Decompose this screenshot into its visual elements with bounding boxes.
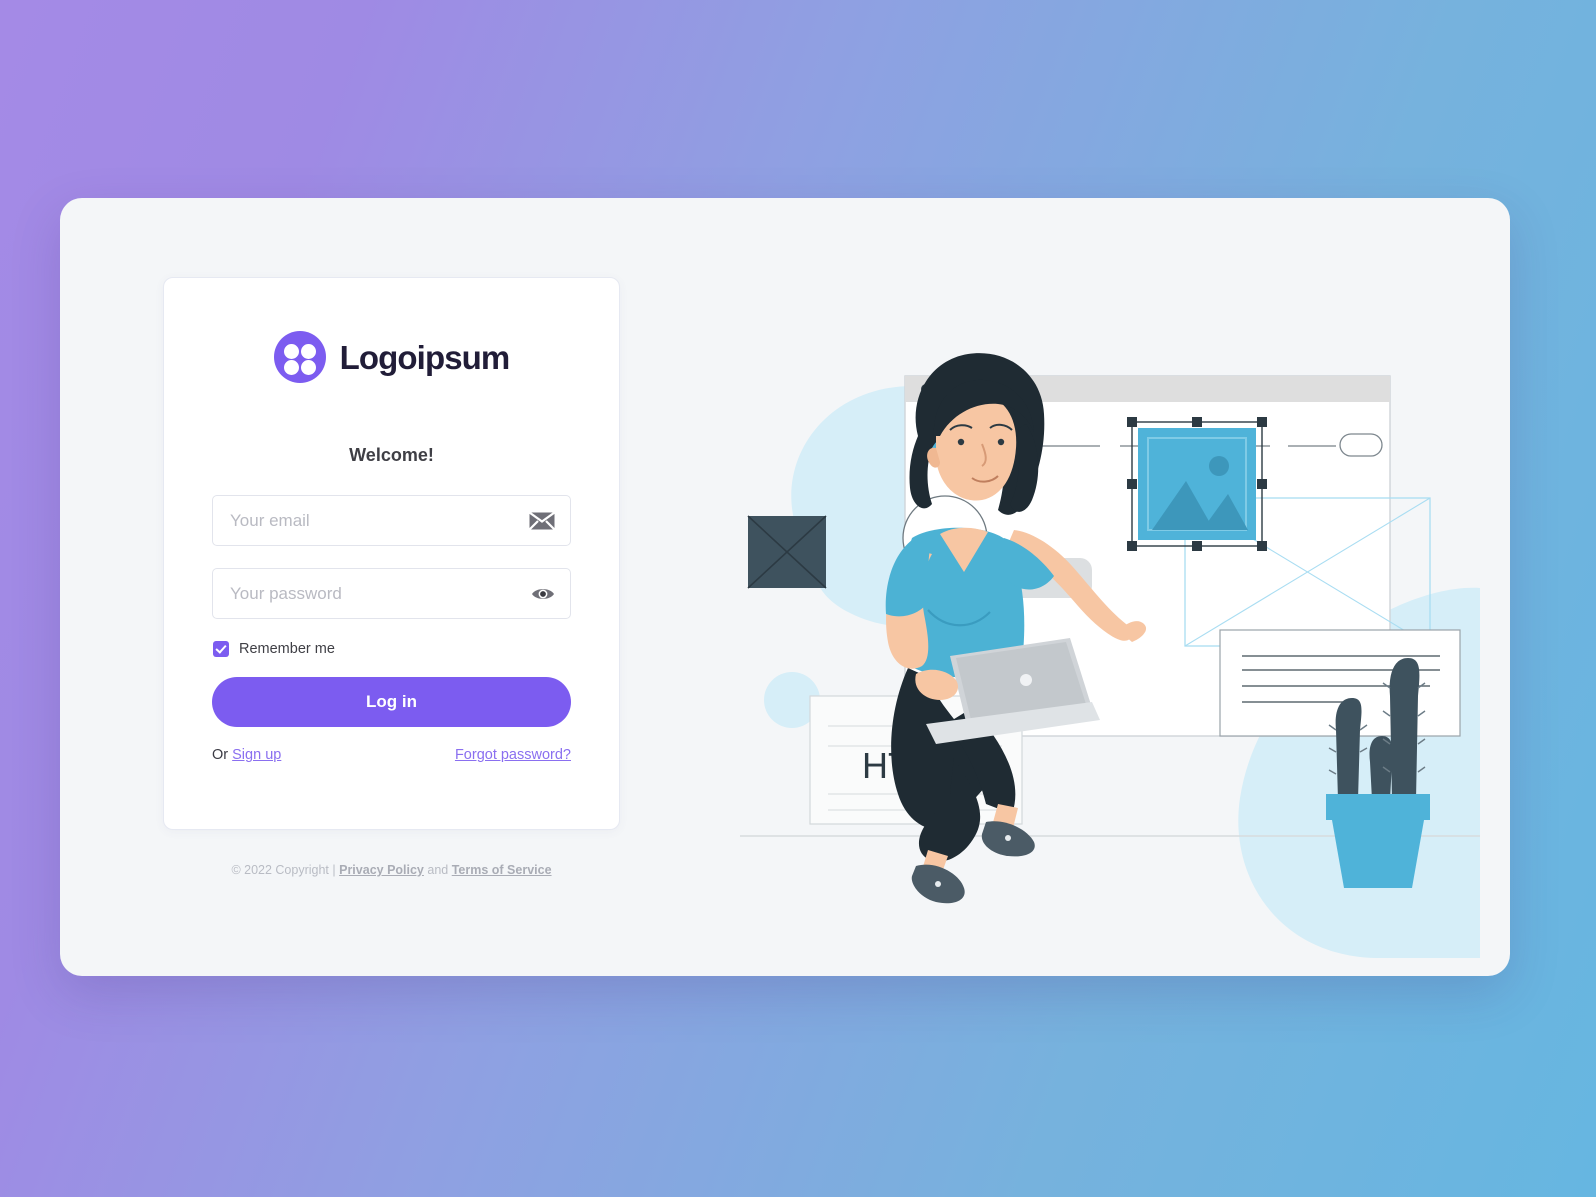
email-input[interactable] [213,510,570,531]
brand-logo: Logoipsum [164,331,619,383]
image-sun-icon [1209,456,1229,476]
privacy-policy-link[interactable]: Privacy Policy [339,863,424,877]
cactus-pot [1332,820,1424,888]
app-panel: Logoipsum Welcome! Your email Remember m… [60,198,1510,976]
remember-me-checkbox[interactable] [213,641,229,657]
character-eye [997,438,1005,446]
login-button[interactable]: Log in [212,677,571,727]
web-design-illustration: </> [740,238,1480,958]
shoe-dot [935,881,941,887]
password-input[interactable] [213,583,570,604]
password-field[interactable] [212,568,571,619]
forgot-password-link[interactable]: Forgot password? [455,747,571,763]
remember-me-label: Remember me [239,641,335,657]
signup-row: Or Sign up [212,747,281,763]
character-eye [957,438,965,446]
cactus-arm-left [1335,698,1362,800]
envelope-icon [528,511,556,530]
cactus-main [1389,658,1420,800]
or-label: Or [212,747,229,763]
shoe-dot [1005,835,1011,841]
signup-link[interactable]: Sign up [232,747,281,763]
eye-icon[interactable] [531,586,555,602]
laptop-logo-dot [1020,674,1032,686]
login-form: Remember me Log in Or Sign up Forgot pas… [212,495,571,763]
and-label: and [427,863,449,877]
page-title: Welcome! [349,445,434,465]
secondary-links: Or Sign up Forgot password? [212,747,571,763]
footer: © 2022 Copyright | Privacy Policy and Te… [163,863,620,877]
login-card: Logoipsum Welcome! Your email Remember m… [163,277,620,830]
cactus-pot-rim [1326,794,1430,820]
copyright-text: © 2022 Copyright | [231,863,336,877]
remember-me-row[interactable]: Remember me [213,641,571,657]
cactus-arm-right [1369,736,1393,800]
four-dot-clover-logo-icon [273,331,326,383]
email-field[interactable] [212,495,571,546]
brand-name: Logoipsum [339,338,511,376]
terms-of-service-link[interactable]: Terms of Service [452,863,552,877]
